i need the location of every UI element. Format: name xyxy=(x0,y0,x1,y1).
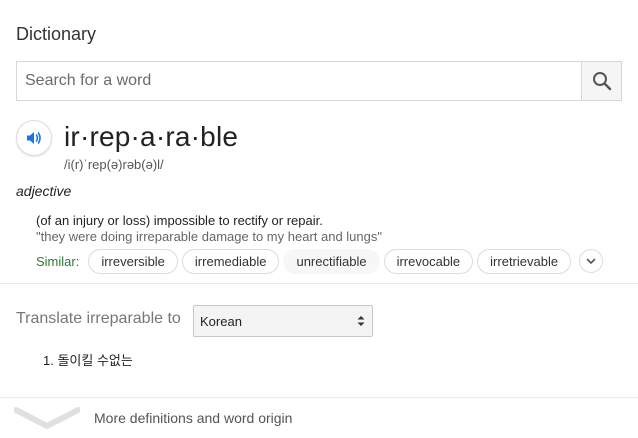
language-select-value: Korean xyxy=(200,313,242,329)
search-box xyxy=(16,61,622,101)
more-chevron-icon xyxy=(14,407,80,429)
similar-chip-irrevocable[interactable]: irrevocable xyxy=(383,248,474,274)
search-button[interactable] xyxy=(581,62,621,100)
headword: ir·rep·a·ra·ble xyxy=(64,121,239,152)
chevron-down-icon xyxy=(586,258,596,264)
section-divider xyxy=(0,283,638,284)
expand-similar-button[interactable] xyxy=(579,249,604,273)
search-input[interactable] xyxy=(17,62,581,100)
similar-label: Similar: xyxy=(36,253,80,269)
translate-label: Translate irreparable to xyxy=(16,310,181,327)
similar-chip-irreversible[interactable]: irreversible xyxy=(88,248,178,274)
definition-text: (of an injury or loss) impossible to rec… xyxy=(36,213,323,228)
translation-result: 1. 돌이킬 수없는 xyxy=(43,353,133,368)
pronunciation-button[interactable] xyxy=(16,120,52,156)
language-select[interactable]: Korean xyxy=(193,305,373,337)
phonetic-spelling: /i(r)ˈrep(ə)rəb(ə)l/ xyxy=(64,157,164,172)
part-of-speech: adjective xyxy=(16,183,72,199)
similar-chip-irretrievable[interactable]: irretrievable xyxy=(477,248,572,274)
search-icon xyxy=(592,72,611,91)
more-definitions-row[interactable]: More definitions and word origin xyxy=(0,398,638,438)
similar-chip-unrectifiable: unrectifiable xyxy=(283,248,380,274)
similar-words-row: Similar: irreversible irremediable unrec… xyxy=(36,248,604,274)
example-sentence: "they were doing irreparable damage to m… xyxy=(36,229,382,244)
more-definitions-link[interactable]: More definitions and word origin xyxy=(94,410,292,426)
dictionary-title: Dictionary xyxy=(16,24,97,44)
similar-chip-irremediable[interactable]: irremediable xyxy=(181,248,280,274)
speaker-icon xyxy=(27,132,41,144)
updown-arrows-icon xyxy=(357,316,365,326)
